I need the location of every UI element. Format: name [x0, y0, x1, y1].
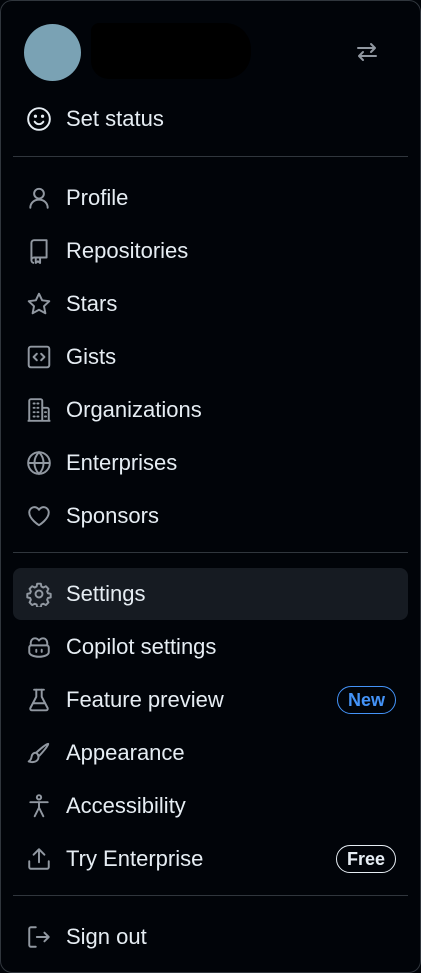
new-badge: New: [336, 686, 396, 714]
menu-item-gists[interactable]: Gists: [13, 331, 408, 383]
menu-item-try-enterprise[interactable]: Try Enterprise Free: [13, 833, 408, 885]
sign-out-icon: [24, 922, 54, 952]
menu-item-stars[interactable]: Stars: [13, 278, 408, 330]
set-status-item[interactable]: Set status: [13, 93, 408, 145]
menu-item-repositories[interactable]: Repositories: [13, 225, 408, 277]
arrow-switch-icon: [355, 40, 379, 64]
menu-header: [1, 1, 420, 105]
organization-icon: [24, 395, 54, 425]
menu-item-label: Sponsors: [66, 503, 159, 528]
menu-item-label: Accessibility: [66, 793, 186, 818]
smiley-icon: [24, 104, 54, 134]
copilot-icon: [24, 632, 54, 662]
code-square-icon: [24, 342, 54, 372]
menu-item-label: Organizations: [66, 397, 202, 422]
divider: [13, 895, 408, 896]
menu-item-label: Profile: [66, 185, 129, 210]
paintbrush-icon: [24, 738, 54, 768]
avatar[interactable]: [24, 24, 81, 81]
menu-item-label: Settings: [66, 581, 146, 606]
menu-item-sponsors[interactable]: Sponsors: [13, 490, 408, 542]
menu-item-enterprises[interactable]: Enterprises: [13, 437, 408, 489]
globe-icon: [24, 448, 54, 478]
accessibility-icon: [24, 791, 54, 821]
divider: [13, 552, 408, 553]
switch-account-button[interactable]: [352, 37, 382, 67]
menu-item-copilot-settings[interactable]: Copilot settings: [13, 621, 408, 673]
set-status-label: Set status: [66, 106, 164, 131]
menu-item-accessibility[interactable]: Accessibility: [13, 780, 408, 832]
upload-icon: [24, 844, 54, 874]
free-badge: Free: [335, 845, 396, 873]
heart-icon: [24, 501, 54, 531]
user-menu-panel: Set status Profile Repositories Stars Gi…: [0, 0, 421, 973]
menu-item-label: Enterprises: [66, 450, 178, 475]
divider: [13, 156, 408, 157]
gear-icon: [24, 579, 54, 609]
menu-item-label: Copilot settings: [66, 634, 217, 659]
star-icon: [24, 289, 54, 319]
menu-item-label: Stars: [66, 291, 118, 316]
menu-item-feature-preview[interactable]: Feature preview New: [13, 674, 408, 726]
menu-item-label: Feature preview: [66, 687, 224, 712]
menu-item-label: Repositories: [66, 238, 189, 263]
menu-item-appearance[interactable]: Appearance: [13, 727, 408, 779]
menu-item-organizations[interactable]: Organizations: [13, 384, 408, 436]
person-icon: [24, 183, 54, 213]
beaker-icon: [24, 685, 54, 715]
menu-item-label: Gists: [66, 344, 117, 369]
repo-icon: [24, 236, 54, 266]
sign-out-label: Sign out: [66, 924, 147, 949]
menu-item-label: Appearance: [66, 740, 185, 765]
sign-out-item[interactable]: Sign out: [13, 911, 408, 963]
menu-item-profile[interactable]: Profile: [13, 172, 408, 224]
redacted-username: [91, 23, 251, 79]
menu-item-label: Try Enterprise: [66, 846, 204, 871]
menu-item-settings[interactable]: Settings: [13, 568, 408, 620]
